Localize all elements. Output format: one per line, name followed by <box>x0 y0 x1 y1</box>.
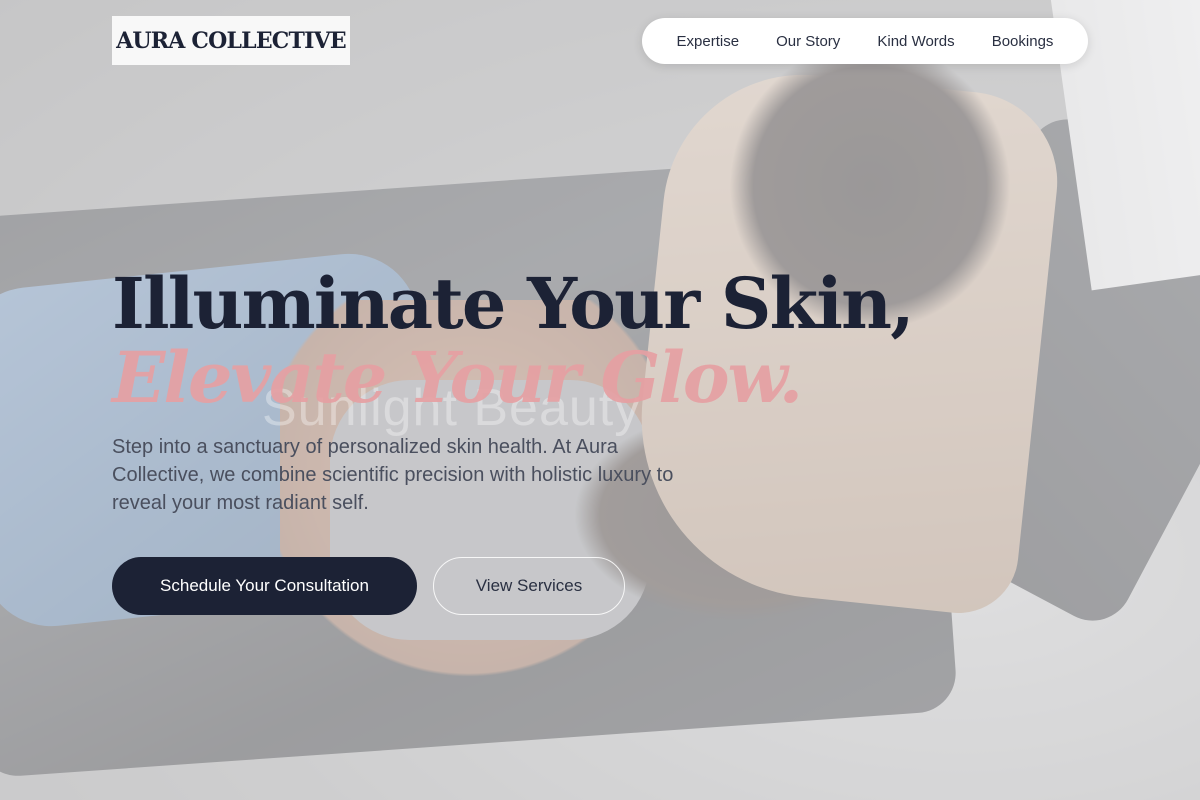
logo-text: AURA COLLECTIVE <box>116 27 346 54</box>
nav-link-expertise[interactable]: Expertise <box>677 33 740 50</box>
headline-line-1: Illuminate Your Skin, <box>112 262 915 345</box>
main-nav: Expertise Our Story Kind Words Bookings <box>642 18 1088 64</box>
view-services-button[interactable]: View Services <box>433 557 625 615</box>
headline-line-2: Elevate Your Glow. <box>112 336 803 419</box>
nav-link-bookings[interactable]: Bookings <box>992 33 1054 50</box>
hero-subtext: Step into a sanctuary of personalized sk… <box>112 436 674 514</box>
hero-headline: Illuminate Your Skin, Elevate Your Glow. <box>112 262 915 419</box>
nav-link-our-story[interactable]: Our Story <box>776 33 840 50</box>
brand-logo[interactable]: AURA COLLECTIVE <box>112 16 350 65</box>
schedule-consultation-button[interactable]: Schedule Your Consultation <box>112 557 417 615</box>
nav-link-kind-words[interactable]: Kind Words <box>877 33 954 50</box>
